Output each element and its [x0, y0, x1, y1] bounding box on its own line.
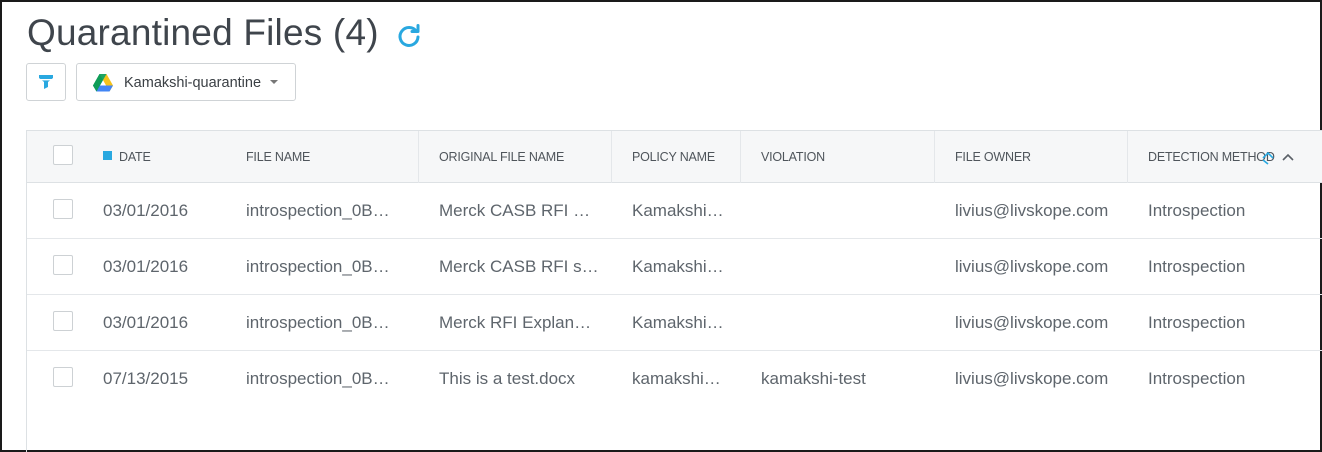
cell-date: 07/13/2015 [103, 369, 189, 388]
chevron-down-icon [270, 80, 278, 84]
cell-policy-name: Kamakshi… [632, 201, 724, 220]
column-divider [934, 131, 935, 183]
cell-policy-name: kamakshi… [632, 369, 721, 388]
table-row[interactable]: 03/01/2016 introspection_0B… Merck CASB … [27, 183, 1322, 239]
column-header-policy-name[interactable]: POLICY NAME [632, 131, 715, 183]
cell-original-file-name: Merck RFI Explan… [439, 313, 592, 332]
cell-detection-method: Introspection [1148, 201, 1246, 220]
page-title: Quarantined Files (4) [27, 12, 379, 53]
cell-detection-method: Introspection [1148, 369, 1246, 388]
cell-original-file-name: Merck CASB RFI … [439, 201, 591, 220]
column-header-violation[interactable]: VIOLATION [761, 131, 825, 183]
cell-file-owner: livius@livskope.com [955, 369, 1109, 388]
column-header-original-file-name[interactable]: ORIGINAL FILE NAME [439, 131, 564, 183]
column-header-detection-method[interactable]: DETECTION METHOD [1148, 131, 1275, 183]
row-checkbox[interactable] [53, 255, 73, 275]
column-divider [611, 131, 612, 183]
table-row[interactable]: 07/13/2015 introspection_0B… This is a t… [27, 351, 1322, 407]
row-checkbox[interactable] [53, 199, 73, 219]
column-header-file-owner[interactable]: FILE OWNER [955, 131, 1031, 183]
cell-file-name[interactable]: introspection_0B… [246, 295, 390, 351]
table-row[interactable]: 03/01/2016 introspection_0B… Merck RFI E… [27, 295, 1322, 351]
cell-detection-method: Introspection [1148, 313, 1246, 332]
google-drive-icon [93, 74, 113, 92]
cell-original-file-name: This is a test.docx [439, 369, 576, 388]
filter-icon [39, 75, 53, 89]
cell-file-owner: livius@livskope.com [955, 201, 1109, 220]
refresh-icon[interactable] [395, 22, 423, 50]
row-checkbox[interactable] [53, 311, 73, 331]
column-divider [1127, 131, 1128, 183]
chevron-up-icon[interactable] [1280, 149, 1296, 165]
column-header-date[interactable]: DATE [119, 131, 151, 183]
column-divider [740, 131, 741, 183]
cell-violation: kamakshi-test [761, 369, 866, 388]
table-header: DATE FILE NAME ORIGINAL FILE NAME POLICY… [27, 131, 1322, 183]
filter-button[interactable] [26, 63, 66, 101]
cell-file-name[interactable]: introspection_0B… [246, 183, 390, 239]
cell-original-file-name: Merck CASB RFI s… [439, 257, 599, 276]
row-checkbox[interactable] [53, 367, 73, 387]
cell-file-owner: livius@livskope.com [955, 313, 1109, 332]
sorted-column-indicator [103, 151, 112, 160]
cell-date: 03/01/2016 [103, 313, 189, 332]
cell-file-name[interactable]: introspection_0B… [246, 351, 390, 407]
cell-date: 03/01/2016 [103, 201, 189, 220]
table-row[interactable]: 03/01/2016 introspection_0B… Merck CASB … [27, 239, 1322, 295]
cell-policy-name: Kamakshi… [632, 313, 724, 332]
instance-select[interactable]: Kamakshi-quarantine [76, 63, 296, 101]
quarantine-table: DATE FILE NAME ORIGINAL FILE NAME POLICY… [26, 130, 1322, 452]
sort-icon[interactable] [1260, 149, 1276, 165]
instance-select-label: Kamakshi-quarantine [124, 75, 262, 91]
cell-file-name[interactable]: introspection_0B… [246, 239, 390, 295]
column-divider [418, 131, 419, 183]
column-header-file-name[interactable]: FILE NAME [246, 131, 310, 183]
cell-date: 03/01/2016 [103, 257, 189, 276]
cell-policy-name: Kamakshi… [632, 257, 724, 276]
cell-detection-method: Introspection [1148, 257, 1246, 276]
select-all-checkbox[interactable] [53, 145, 73, 165]
cell-file-owner: livius@livskope.com [955, 257, 1109, 276]
